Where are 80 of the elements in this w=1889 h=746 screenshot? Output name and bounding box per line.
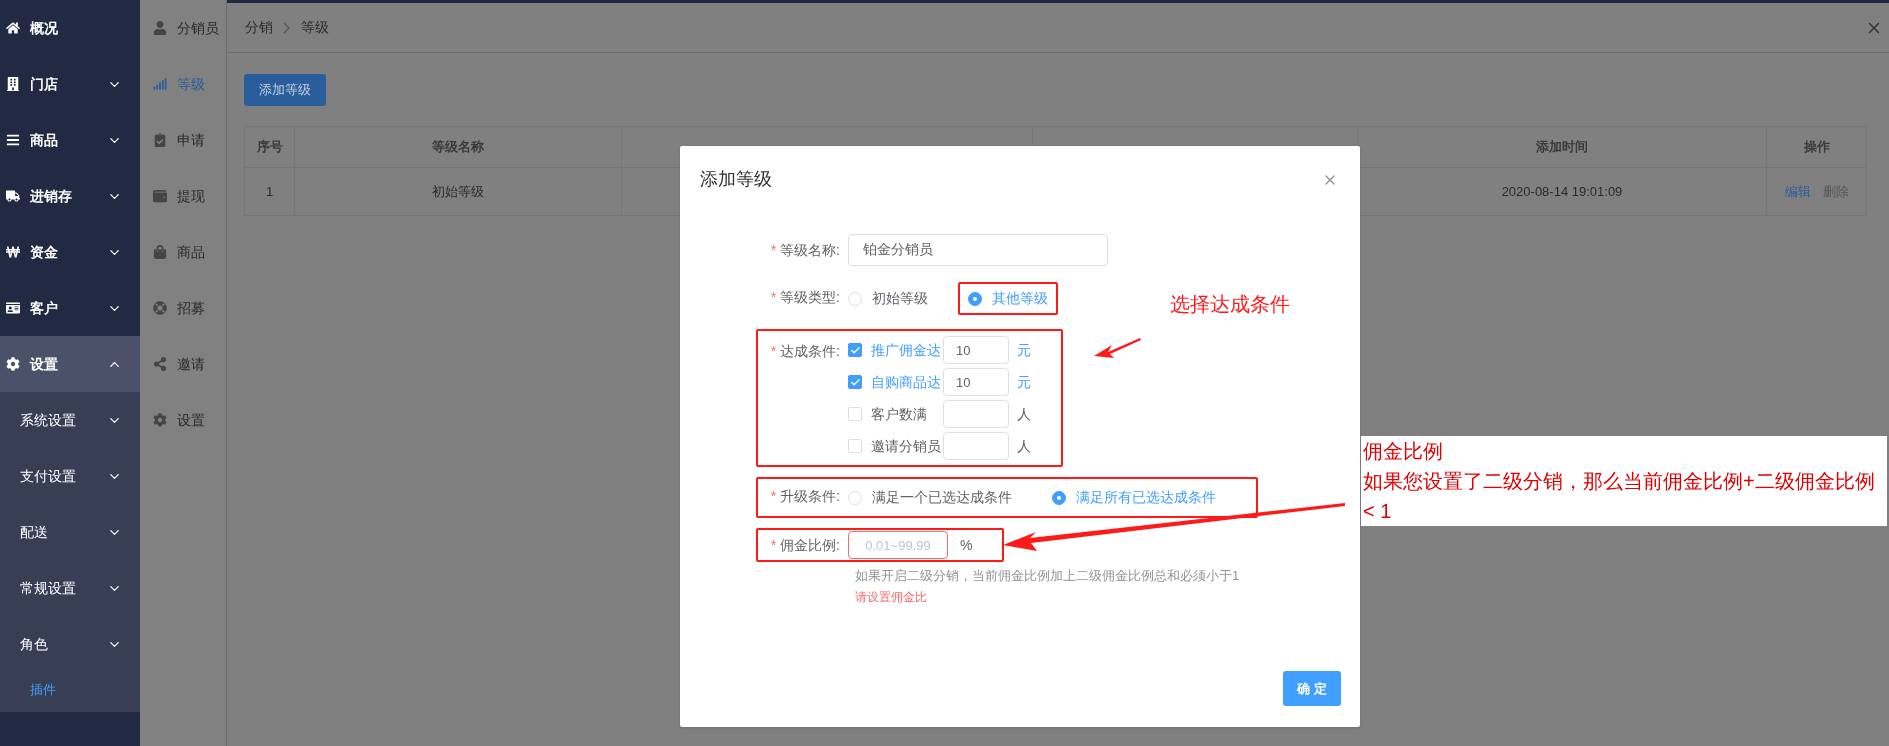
unit-label: 元 xyxy=(1017,372,1031,392)
nav-item[interactable]: 提现 xyxy=(140,168,226,224)
radio-label[interactable]: 满足一个已选达成条件 xyxy=(872,487,1012,508)
checkbox-label[interactable]: 客户数满 xyxy=(871,403,943,425)
submenu-item[interactable]: 角色 xyxy=(0,616,140,672)
nav-item[interactable]: 分销员 xyxy=(140,0,226,56)
bag-icon xyxy=(153,245,167,259)
lifebuoy-icon xyxy=(153,301,167,315)
condition-field[interactable] xyxy=(943,400,1009,428)
required-mark: * xyxy=(770,240,777,260)
unit-label: 人 xyxy=(1017,436,1031,456)
field-label: 升级条件: xyxy=(780,486,840,506)
add-level-button[interactable]: 添加等级 xyxy=(244,74,326,106)
field-label: 佣金比例: xyxy=(780,535,840,555)
field-label: 达成条件: xyxy=(780,341,840,361)
sidebar-item[interactable]: 设置 xyxy=(0,336,140,392)
nav-item[interactable]: 设置 xyxy=(140,392,226,448)
gear-icon xyxy=(153,413,167,427)
submenu-item[interactable]: 配送 xyxy=(0,504,140,560)
checkbox[interactable] xyxy=(848,343,862,357)
table-cell: 初始等级 xyxy=(295,168,622,216)
sidebar-item[interactable]: 门店 xyxy=(0,56,140,112)
field-label: 等级类型: xyxy=(780,287,840,307)
unit-label: 元 xyxy=(1017,340,1031,360)
bar-chart-icon xyxy=(153,77,167,91)
table-cell: 1 xyxy=(245,168,295,216)
column-header: 操作 xyxy=(1767,127,1867,168)
condition-field[interactable]: 10 xyxy=(943,336,1009,364)
annotation-text: 选择达成条件 xyxy=(1170,292,1290,317)
truck-icon xyxy=(6,189,20,203)
nav-item[interactable]: 申请 xyxy=(140,112,226,168)
share-icon xyxy=(153,357,167,371)
building-icon xyxy=(6,77,20,91)
commission-rate-field[interactable]: 0.01~99.99 xyxy=(848,531,948,559)
nav-item[interactable]: 招募 xyxy=(140,280,226,336)
unit-label: 人 xyxy=(1017,404,1031,424)
radio-label[interactable]: 初始等级 xyxy=(872,288,928,309)
user-icon xyxy=(153,21,167,35)
annotation-text: 如果您设置了二级分销，那么当前佣金比例+二级佣金比例 < 1 xyxy=(1363,469,1876,524)
breadcrumb-item[interactable]: 等级 xyxy=(301,17,329,38)
submenu-item[interactable]: 支付设置 xyxy=(0,448,140,504)
error-text: 请设置佣金比 xyxy=(855,588,928,606)
clipboard-check-icon xyxy=(153,133,167,147)
dialog-title: 添加等级 xyxy=(700,168,772,191)
id-card-icon xyxy=(6,301,20,315)
required-mark: * xyxy=(770,287,777,307)
home-icon xyxy=(6,21,20,35)
required-mark: * xyxy=(770,486,777,506)
submenu-item[interactable]: 常规设置 xyxy=(0,560,140,616)
column-header: 等级名称 xyxy=(295,127,622,168)
condition-field[interactable]: 10 xyxy=(943,368,1009,396)
wallet-icon xyxy=(153,189,167,203)
chevron-right-icon xyxy=(283,21,291,34)
checkbox[interactable] xyxy=(848,375,862,389)
help-text: 如果开启二级分销，当前佣金比例加上二级佣金比例总和必须小于1 xyxy=(855,567,1241,585)
breadcrumb-item[interactable]: 分销 xyxy=(245,17,273,38)
submenu-item[interactable]: 插件 xyxy=(0,672,140,708)
field-label: 等级名称: xyxy=(780,240,840,260)
sidebar-item[interactable]: 进销存 xyxy=(0,168,140,224)
sidebar-item[interactable]: 概况 xyxy=(0,0,140,56)
nav-item[interactable]: 商品 xyxy=(140,224,226,280)
annotation-arrow xyxy=(1094,338,1141,358)
unit-label: % xyxy=(960,535,973,555)
sidebar-item[interactable]: 资金 xyxy=(0,224,140,280)
radio-button[interactable] xyxy=(968,291,982,306)
won-icon xyxy=(6,245,20,259)
nav-item[interactable]: 邀请 xyxy=(140,336,226,392)
sidebar-item[interactable]: 客户 xyxy=(0,280,140,336)
column-header: 序号 xyxy=(245,127,295,168)
level-name-field[interactable]: 铂金分销员 xyxy=(848,234,1108,266)
checkbox-label[interactable]: 邀请分销员 xyxy=(871,435,943,457)
radio-button[interactable] xyxy=(1052,490,1066,505)
required-mark: * xyxy=(770,341,777,361)
sidebar-item[interactable]: 商品 xyxy=(0,112,140,168)
submenu-item[interactable]: 系统设置 xyxy=(0,392,140,448)
condition-field[interactable] xyxy=(943,432,1009,460)
gear-icon xyxy=(6,357,20,371)
annotation-title: 佣金比例 xyxy=(1363,439,1444,464)
required-mark: * xyxy=(770,535,777,555)
list-icon xyxy=(6,133,20,147)
